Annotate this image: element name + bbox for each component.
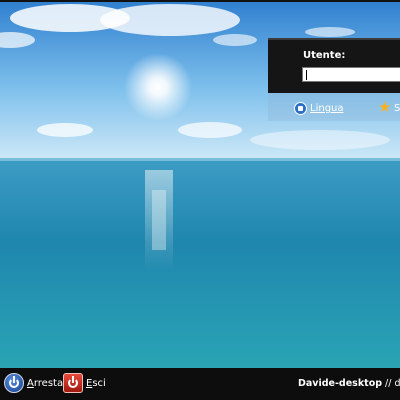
- session-label[interactable]: S: [394, 103, 400, 114]
- hostname: Davide-desktop: [298, 378, 383, 389]
- star-icon[interactable]: ★: [378, 100, 391, 115]
- text-caret: [306, 70, 307, 80]
- logout-icon: [63, 373, 83, 393]
- username-label: Utente:: [303, 50, 346, 61]
- shutdown-button[interactable]: Arresta: [4, 373, 63, 393]
- quit-button[interactable]: Esci: [63, 373, 106, 393]
- language-label: Lingua: [310, 103, 344, 114]
- username-input[interactable]: [302, 67, 400, 82]
- language-button[interactable]: Lingua: [294, 102, 344, 115]
- shutdown-label: Arresta: [27, 377, 64, 389]
- top-edge: [0, 0, 400, 2]
- bottom-bar: Arresta Esci Davide-desktop // dom: [0, 368, 400, 400]
- separator: //: [385, 378, 392, 389]
- power-button-icon: [4, 373, 24, 393]
- quit-label: Esci: [86, 377, 106, 389]
- login-options-bar: Lingua ★ S: [268, 93, 400, 121]
- speech-bubble-globe-icon: [294, 102, 307, 115]
- login-panel: Utente:: [268, 38, 400, 93]
- date-text: dom: [394, 378, 400, 389]
- host-info: Davide-desktop // dom: [298, 378, 400, 389]
